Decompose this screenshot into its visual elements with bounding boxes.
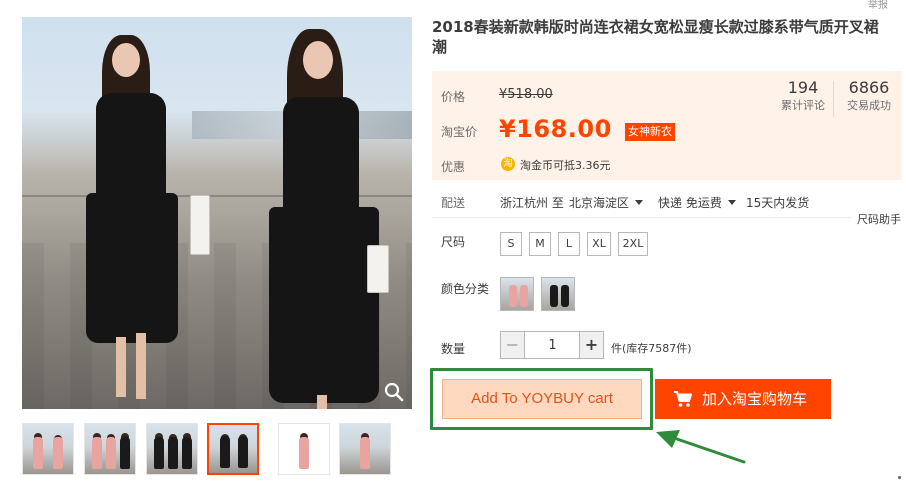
main-product-image[interactable] [22, 17, 412, 409]
coin-icon: 淘 [501, 157, 515, 171]
thumbnail-6[interactable] [339, 423, 391, 475]
add-to-yoybuy-cart-button[interactable]: Add To YOYBUY cart [442, 379, 642, 419]
chevron-down-icon [727, 200, 736, 205]
size-option-s[interactable]: S [500, 232, 522, 256]
divider [432, 217, 852, 218]
promo-tag-badge: 女神新衣 [625, 123, 675, 141]
color-swatch-pink[interactable] [500, 277, 534, 311]
size-helper-link[interactable]: 尺码助手 [857, 211, 901, 227]
size-option-m[interactable]: M [529, 232, 551, 256]
decorative-dot [898, 476, 901, 479]
quantity-decrease-button[interactable]: − [501, 332, 525, 358]
stock-text: 件(库存7587件) [611, 342, 692, 355]
stat-divider [833, 81, 834, 117]
size-option-2xl[interactable]: 2XL [618, 232, 648, 256]
promo-price: ¥168.00 [499, 115, 612, 143]
thumbnail-4-selected[interactable] [207, 423, 259, 475]
sales-count: 6866 [848, 78, 890, 97]
shipping-method-select[interactable]: 快递 免运费 [658, 194, 736, 211]
color-swatch-black[interactable] [541, 277, 575, 311]
thumbnail-2[interactable] [84, 423, 136, 475]
shipping-destination: 北京海淀区 [569, 196, 630, 210]
shipping-row: 配送 浙江杭州 至 北京海淀区 快递 免运费 15天内发货 [432, 192, 902, 212]
quantity-stepper: − + [500, 331, 604, 359]
reviews-stat[interactable]: 194 累计评论 [778, 78, 828, 114]
report-link[interactable]: 举报 [868, 0, 888, 11]
size-option-l[interactable]: L [558, 232, 580, 256]
chevron-down-icon [635, 200, 644, 205]
quantity-input[interactable] [526, 332, 579, 358]
thumbnail-3[interactable] [146, 423, 198, 475]
cart-icon [674, 391, 692, 407]
thumbnail-5[interactable] [278, 423, 330, 475]
shipping-destination-select[interactable]: 北京海淀区 [569, 194, 644, 211]
size-label: 尺码 [441, 235, 466, 249]
sales-label: 交易成功 [847, 99, 891, 112]
shipping-label: 配送 [441, 196, 466, 210]
original-price: ¥518.00 [499, 87, 553, 102]
arrow-icon [656, 430, 746, 464]
dispatch-time: 15天内发货 [746, 196, 810, 210]
color-label: 颜色分类 [441, 282, 490, 296]
coupon-text: 淘金币可抵3.36元 [520, 159, 611, 172]
magnifier-icon[interactable] [384, 382, 404, 402]
reviews-count: 194 [787, 78, 819, 97]
product-title: 2018春装新款韩版时尚连衣裙女宽松显瘦长款过膝系带气质开叉裙潮 [432, 18, 879, 56]
original-price-label: 价格 [441, 90, 466, 104]
price-panel: 价格 ¥518.00 淘宝价 ¥168.00 女神新衣 194 累计评论 686… [432, 71, 902, 180]
reviews-label: 累计评论 [781, 99, 825, 112]
quantity-label: 数量 [441, 342, 466, 356]
shipping-from: 浙江杭州 至 [500, 196, 564, 210]
shipping-method: 快递 免运费 [658, 196, 722, 210]
model-right [247, 19, 407, 409]
quantity-increase-button[interactable]: + [579, 332, 603, 358]
sales-stat: 6866 交易成功 [842, 78, 896, 114]
add-to-taobao-cart-button[interactable]: 加入淘宝购物车 [655, 379, 831, 419]
model-left [52, 27, 212, 409]
taobao-cart-label: 加入淘宝购物车 [702, 390, 808, 408]
thumbnail-1[interactable] [22, 423, 74, 475]
coupon-label: 优惠 [441, 160, 466, 174]
size-option-xl[interactable]: XL [587, 232, 611, 256]
promo-price-label: 淘宝价 [441, 125, 478, 139]
